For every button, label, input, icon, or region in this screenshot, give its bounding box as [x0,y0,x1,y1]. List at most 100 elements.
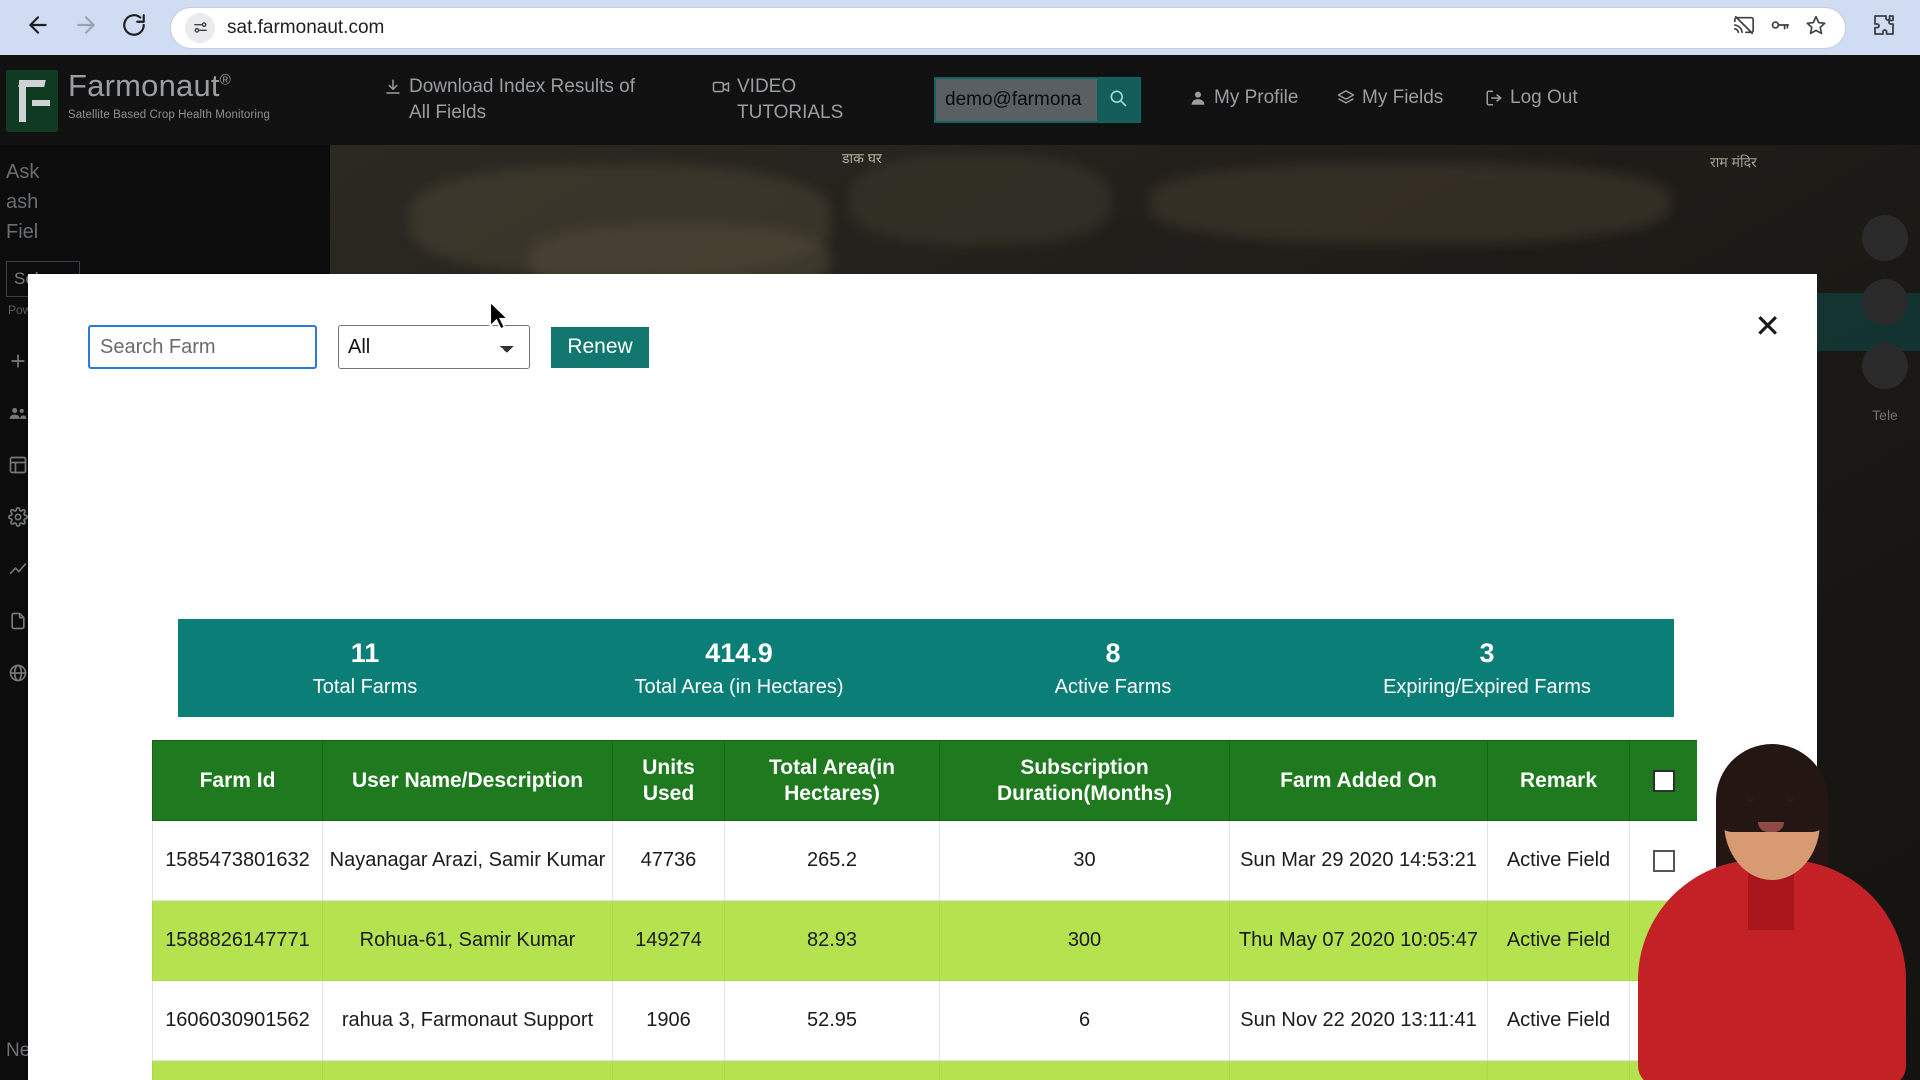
user-icon [1189,85,1207,115]
cell-user: Nayanagar Arazi, Samir Kumar [322,820,613,902]
password-key-icon[interactable] [1769,14,1791,41]
stat-total-farms: 11 Total Farms [178,637,552,699]
table-row[interactable]: 1585473801632 Nayanagar Arazi, Samir Kum… [152,820,1697,902]
nav-my-profile-label: My Profile [1214,87,1299,109]
cell-units: 149274 [612,900,725,982]
header-search-input[interactable] [934,77,1097,123]
stat-active-farms: 8 Active Farms [926,637,1300,699]
nav-my-profile[interactable]: My Profile [1189,85,1317,115]
table-row[interactable]: 1606030901562 rahua 3, Farmonaut Support… [152,980,1697,1062]
nav-video-tutorials[interactable]: VIDEO TUTORIALS [712,74,892,125]
table-row[interactable]: 1636952247564 Jharkhand Plot 36 1.81 6 M… [152,1060,1697,1080]
grid-icon [8,455,28,481]
address-bar[interactable]: sat.farmonaut.com [170,6,1846,49]
stat-total-farms-label: Total Farms [312,675,418,698]
cell-duration: 30 [939,820,1230,902]
right-rail-tele-label: Tele [1872,407,1898,423]
cell-remark: Active Field [1487,900,1630,982]
cell-farm-id: 1606030901562 [152,980,323,1062]
cell-user: Jharkhand Plot [322,1060,613,1080]
cell-duration: 6 [939,1060,1230,1080]
layers-icon [1337,85,1355,115]
header-user-name[interactable]: User Name/Description [322,740,613,822]
cell-user: rahua 3, Farmonaut Support [322,980,613,1062]
farms-table: Farm Id User Name/Description Units Used… [152,740,1697,1080]
map-label-temple: राम मंदिर [1710,154,1757,170]
stat-expiring-farms: 3 Expiring/Expired Farms [1300,637,1674,699]
logout-icon [1485,85,1503,115]
header-remark[interactable]: Remark [1487,740,1630,822]
close-icon[interactable]: ✕ [1754,310,1781,342]
sidebar-text-line2: ash [6,191,39,213]
extensions-puzzle-icon [1872,13,1896,42]
cell-area: 265.2 [724,820,940,902]
bookmark-star-icon[interactable] [1805,14,1827,41]
header-search-button[interactable] [1097,77,1141,123]
farm-stats-bar: 11 Total Farms 414.9 Total Area (in Hect… [178,619,1674,717]
reload-icon [121,12,147,43]
header-subscription-duration[interactable]: Subscription Duration(Months) [939,740,1230,822]
header-search[interactable] [934,77,1141,123]
nav-download-index-results[interactable]: Download Index Results of All Fields [384,74,642,125]
address-bar-url: sat.farmonaut.com [227,16,385,38]
sidebar-next-label[interactable]: Ne [6,1040,30,1062]
cell-remark: Active Field [1487,820,1630,902]
cell-units: 47736 [612,820,725,902]
sidebar-text-line1: Ask [6,161,40,183]
search-farm-input[interactable] [88,325,317,369]
back-button[interactable] [16,6,60,50]
cell-area: 52.95 [724,980,940,1062]
renew-button[interactable]: Renew [551,326,649,368]
cell-duration: 6 [939,980,1230,1062]
stat-expiring-farms-label: Expiring/Expired Farms [1383,675,1591,698]
nav-my-fields[interactable]: My Fields [1337,85,1465,115]
modal-controls: All Renew [88,325,649,369]
farms-table-container[interactable]: Farm Id User Name/Description Units Used… [152,740,1697,1080]
forward-arrow-icon [73,12,99,43]
farmonaut-logo-icon [6,70,58,132]
nav-log-out[interactable]: Log Out [1485,85,1605,115]
stat-expiring-farms-value: 3 [1479,638,1495,669]
app-header: Farmonaut® Satellite Based Crop Health M… [0,55,1920,145]
nav-download-label: Download Index Results of All Fields [409,76,636,123]
extensions-button[interactable] [1864,8,1904,48]
map-label-post-office: डाक घर [842,150,882,166]
sidebar-text-line3: Fiel [6,221,39,243]
header-farm-id[interactable]: Farm Id [152,740,323,822]
stat-active-farms-value: 8 [1105,638,1121,669]
cell-added-on: Sun Nov 22 2020 13:11:41 [1229,980,1488,1062]
cell-user: Rohua-61, Samir Kumar [322,900,613,982]
site-settings-icon[interactable] [185,12,215,43]
header-farm-added-on[interactable]: Farm Added On [1229,740,1488,822]
stat-total-farms-value: 11 [350,638,380,669]
right-rail-button-2[interactable] [1862,279,1908,325]
farms-table-body: 1585473801632 Nayanagar Arazi, Samir Kum… [152,820,1697,1080]
cell-area: 82.93 [724,900,940,982]
globe-icon [8,663,28,689]
stat-total-area-label: Total Area (in Hectares) [634,675,844,698]
presenter-video-overlay [1620,740,1920,1080]
header-total-area[interactable]: Total Area(in Hectares) [724,740,940,822]
reload-button[interactable] [112,6,156,50]
search-icon [1108,88,1128,113]
browser-toolbar: sat.farmonaut.com [0,0,1920,55]
gear-icon [8,507,28,533]
forward-button[interactable] [64,6,108,50]
table-header-row: Farm Id User Name/Description Units Used… [152,740,1697,822]
right-rail-button-1[interactable] [1862,215,1908,261]
plus-icon [8,351,28,377]
brand[interactable]: Farmonaut® Satellite Based Crop Health M… [0,68,310,132]
cell-farm-id: 1636952247564 [152,1060,323,1080]
right-rail-button-3[interactable] [1862,343,1908,389]
right-sidebar: Tele [1850,215,1920,423]
table-row[interactable]: 1588826147771 Rohua-61, Samir Kumar 1492… [152,900,1697,982]
download-icon [384,74,402,104]
nav-video-label: VIDEO TUTORIALS [737,76,844,123]
cell-added-on: Sun Mar 29 2020 14:53:21 [1229,820,1488,902]
back-arrow-icon [25,12,51,43]
cast-blocked-icon[interactable] [1733,14,1755,41]
video-camera-icon [712,74,730,104]
nav-my-fields-label: My Fields [1362,87,1444,109]
header-units-used[interactable]: Units Used [612,740,725,822]
cell-remark: Active Field [1487,1060,1630,1080]
